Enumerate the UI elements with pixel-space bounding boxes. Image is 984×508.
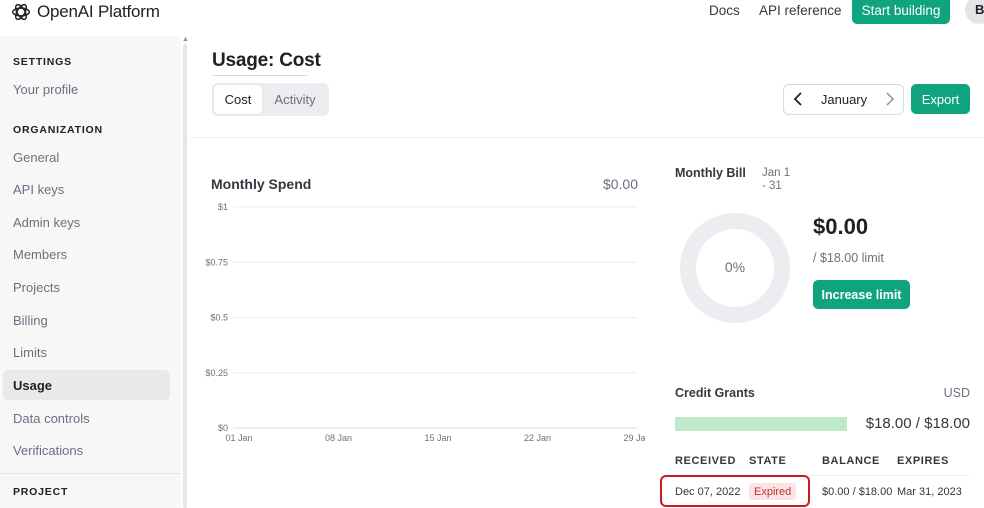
credit-grants-total: $18.00 / $18.00 [865, 415, 970, 432]
title-underline [212, 75, 308, 76]
highlight-annotation [660, 475, 810, 507]
page-title: Usage: Cost [212, 50, 321, 71]
organization-heading: ORGANIZATION [13, 124, 103, 136]
sidebar-divider [0, 473, 181, 474]
credit-usage-fill [675, 417, 847, 431]
y-tick-label: $1 [218, 202, 228, 212]
chevron-left-icon[interactable] [792, 90, 808, 108]
monthly-spend-title: Monthly Spend [211, 176, 312, 192]
y-tick-label: $0.25 [205, 368, 228, 378]
x-tick-label: 08 Jan [325, 433, 352, 443]
grant-balance: $0.00 / $18.00 [822, 486, 893, 498]
monthly-spend-total: $0.00 [602, 176, 638, 192]
api-reference-link[interactable]: API reference [759, 3, 842, 18]
month-label: January [820, 92, 868, 107]
column-header-state: STATE [749, 455, 787, 467]
tab-activity[interactable]: Activity [265, 85, 325, 114]
sidebar-item-your-profile[interactable]: Your profile [3, 74, 170, 104]
y-tick-label: $0.5 [210, 313, 228, 323]
scroll-up-icon[interactable]: ▲ [182, 36, 189, 43]
brand-logo[interactable]: OpenAI Platform [10, 1, 160, 23]
credit-grants-title: Credit Grants [675, 386, 755, 400]
sidebar-item-api-keys[interactable]: API keys [3, 174, 170, 204]
openai-logo-icon [12, 3, 30, 21]
sidebar-item-admin-keys[interactable]: Admin keys [3, 207, 170, 237]
monthly-bill-title: Monthly Bill [675, 166, 746, 180]
brand-name: OpenAI Platform [37, 2, 160, 21]
sidebar-item-members[interactable]: Members [3, 239, 170, 269]
sidebar-item-billing[interactable]: Billing [3, 305, 170, 335]
docs-link[interactable]: Docs [709, 3, 740, 18]
column-header-expires: EXPIRES [897, 455, 949, 467]
tab-cost[interactable]: Cost [214, 85, 262, 114]
start-building-button[interactable]: Start building [852, 0, 950, 24]
export-button[interactable]: Export [911, 84, 970, 114]
month-picker: January [783, 84, 904, 115]
settings-heading: SETTINGS [13, 56, 72, 68]
credit-grants-currency: USD [943, 386, 970, 400]
top-bar: OpenAI Platform Docs API reference Start… [0, 0, 984, 36]
sidebar-item-data-controls[interactable]: Data controls [3, 403, 170, 433]
header-divider [190, 137, 984, 138]
chevron-right-icon[interactable] [882, 90, 898, 108]
monthly-spend-chart: $0 $0.25 $0.5 $0.75 $1 01 Jan 08 Jan 15 Jan 22 J… [205, 202, 645, 443]
increase-limit-button[interactable]: Increase limit [813, 280, 910, 309]
sidebar-item-projects[interactable]: Projects [3, 272, 170, 302]
sidebar-scrollbar[interactable] [183, 44, 187, 508]
project-heading: PROJECT [13, 486, 69, 498]
sidebar-item-usage[interactable]: Usage [3, 370, 170, 400]
bill-amount: $0.00 [813, 214, 869, 239]
x-tick-label: 22 Jan [524, 433, 551, 443]
column-header-received: RECEIVED [675, 455, 737, 467]
y-tick-label: $0.75 [205, 257, 228, 267]
bill-limit: / $18.00 limit [813, 251, 884, 265]
monthly-bill-range: Jan 1 - 31 [762, 167, 791, 192]
credit-usage-bar [675, 417, 847, 431]
grant-expires-date: Mar 31, 2023 [897, 486, 962, 498]
column-header-balance: BALANCE [822, 455, 880, 467]
sidebar-item-limits[interactable]: Limits [3, 337, 170, 367]
x-tick-label: 15 Jan [424, 433, 451, 443]
sidebar-item-verifications[interactable]: Verifications [3, 435, 170, 465]
y-tick-label: $0 [218, 423, 228, 433]
x-tick-label: 29 Jan [623, 433, 645, 443]
user-avatar[interactable]: B [965, 0, 984, 24]
sidebar-item-general[interactable]: General [3, 142, 170, 172]
donut-percent-label: 0% [724, 259, 746, 275]
x-tick-label: 01 Jan [225, 433, 252, 443]
